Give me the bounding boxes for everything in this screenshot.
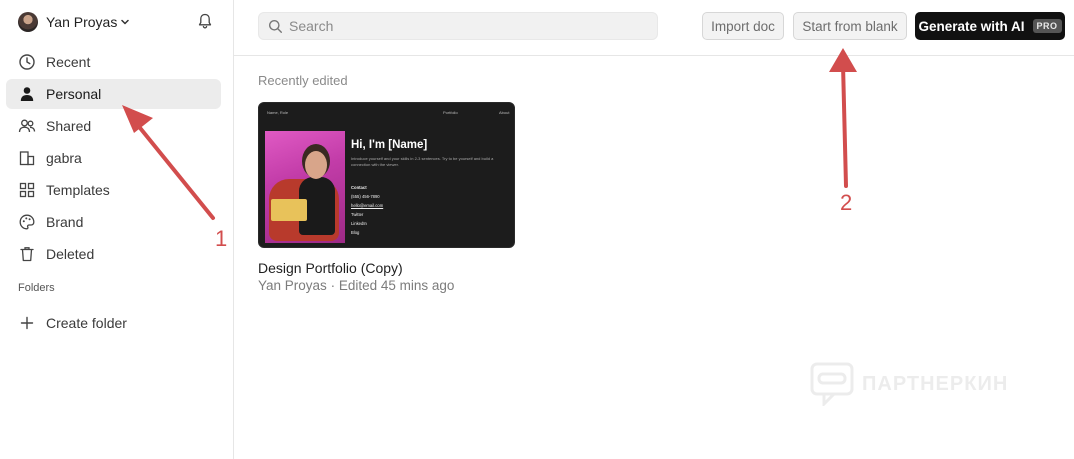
avatar: [18, 12, 38, 32]
clock-icon: [18, 53, 36, 71]
sidebar: Yan Proyas Recent Personal Shared gabra …: [0, 0, 234, 459]
chevron-down-icon: [120, 17, 130, 27]
watermark-logo-icon: [810, 362, 854, 406]
generate-with-ai-label: Generate with AI: [918, 18, 1025, 34]
search-box[interactable]: [258, 12, 658, 40]
grid-icon: [18, 181, 36, 199]
thumbnail-contact-line: LinkedIn: [351, 221, 367, 226]
annotation-label-2: 2: [840, 190, 853, 215]
thumb-nav-left: Name, Role: [267, 110, 289, 115]
sidebar-item-label: Shared: [46, 118, 92, 134]
palette-icon: [18, 213, 36, 231]
thumbnail-contact-line: Twitter: [351, 212, 364, 217]
watermark-text: ПАРТНЕРКИН: [862, 372, 1009, 395]
thumb-nav-right: About: [499, 110, 510, 115]
meta-separator: ·: [330, 278, 339, 293]
thumbnail-intro: Introduce yourself and your skills in 2-…: [351, 156, 494, 167]
trash-icon: [18, 245, 36, 263]
sidebar-item-shared[interactable]: Shared: [6, 111, 221, 141]
sidebar-item-label: Personal: [46, 86, 102, 102]
folders-heading: Folders: [18, 282, 55, 294]
create-folder-button[interactable]: Create folder: [6, 308, 221, 338]
top-bar: Import doc Start from blank Generate wit…: [234, 0, 1074, 56]
users-icon: [18, 117, 36, 135]
thumbnail-contact-line: hello@email.com: [351, 203, 384, 208]
generate-with-ai-button[interactable]: Generate with AI PRO: [915, 12, 1065, 40]
pro-badge: PRO: [1032, 19, 1062, 33]
watermark: ПАРТНЕРКИН: [810, 362, 1008, 406]
document-owner: Yan Proyas: [258, 278, 327, 293]
sidebar-item-gabra[interactable]: gabra: [6, 143, 221, 173]
sidebar-item-templates[interactable]: Templates: [6, 175, 221, 205]
sidebar-item-personal[interactable]: Personal: [6, 79, 221, 109]
document-card[interactable]: Name, Role Portfolio About Hi, I'm [Name…: [258, 102, 515, 248]
thumbnail-contact: Contact (555) 456-7890 hello@email.com T…: [351, 183, 383, 237]
section-title: Recently edited: [258, 73, 348, 88]
sidebar-item-label: Templates: [46, 182, 110, 198]
import-doc-button[interactable]: Import doc: [702, 12, 784, 40]
search-input[interactable]: [289, 18, 649, 34]
bell-icon[interactable]: [196, 12, 214, 30]
thumbnail-heading: Hi, I'm [Name]: [351, 139, 428, 151]
user-name: Yan Proyas: [46, 14, 118, 30]
sidebar-item-brand[interactable]: Brand: [6, 207, 221, 237]
start-from-blank-button[interactable]: Start from blank: [793, 12, 907, 40]
document-meta: Yan Proyas · Edited 45 mins ago: [258, 278, 454, 293]
document-title[interactable]: Design Portfolio (Copy): [258, 260, 403, 276]
plus-icon: [18, 314, 36, 332]
annotation-label-1: 1: [215, 226, 228, 251]
create-folder-label: Create folder: [46, 315, 127, 331]
user-menu[interactable]: Yan Proyas: [18, 11, 218, 33]
sidebar-item-deleted[interactable]: Deleted: [6, 239, 221, 269]
sidebar-item-label: Brand: [46, 214, 84, 230]
sidebar-nav: Recent Personal Shared gabra Templates B…: [6, 47, 221, 271]
thumbnail-contact-line: (555) 456-7890: [351, 194, 380, 199]
user-icon: [18, 85, 36, 103]
sidebar-item-label: Recent: [46, 54, 91, 70]
thumb-nav-mid: Portfolio: [443, 110, 458, 115]
sidebar-item-label: Deleted: [46, 246, 95, 262]
sidebar-item-label: gabra: [46, 150, 82, 166]
arrow-2: [829, 48, 857, 188]
thumbnail-contact-heading: Contact: [351, 185, 367, 190]
thumbnail-contact-line: Blog: [351, 230, 360, 235]
sidebar-item-recent[interactable]: Recent: [6, 47, 221, 77]
document-edited-time: Edited 45 mins ago: [338, 278, 455, 293]
thumbnail-photo: [265, 131, 345, 243]
search-icon: [268, 19, 283, 34]
building-icon: [18, 149, 36, 167]
